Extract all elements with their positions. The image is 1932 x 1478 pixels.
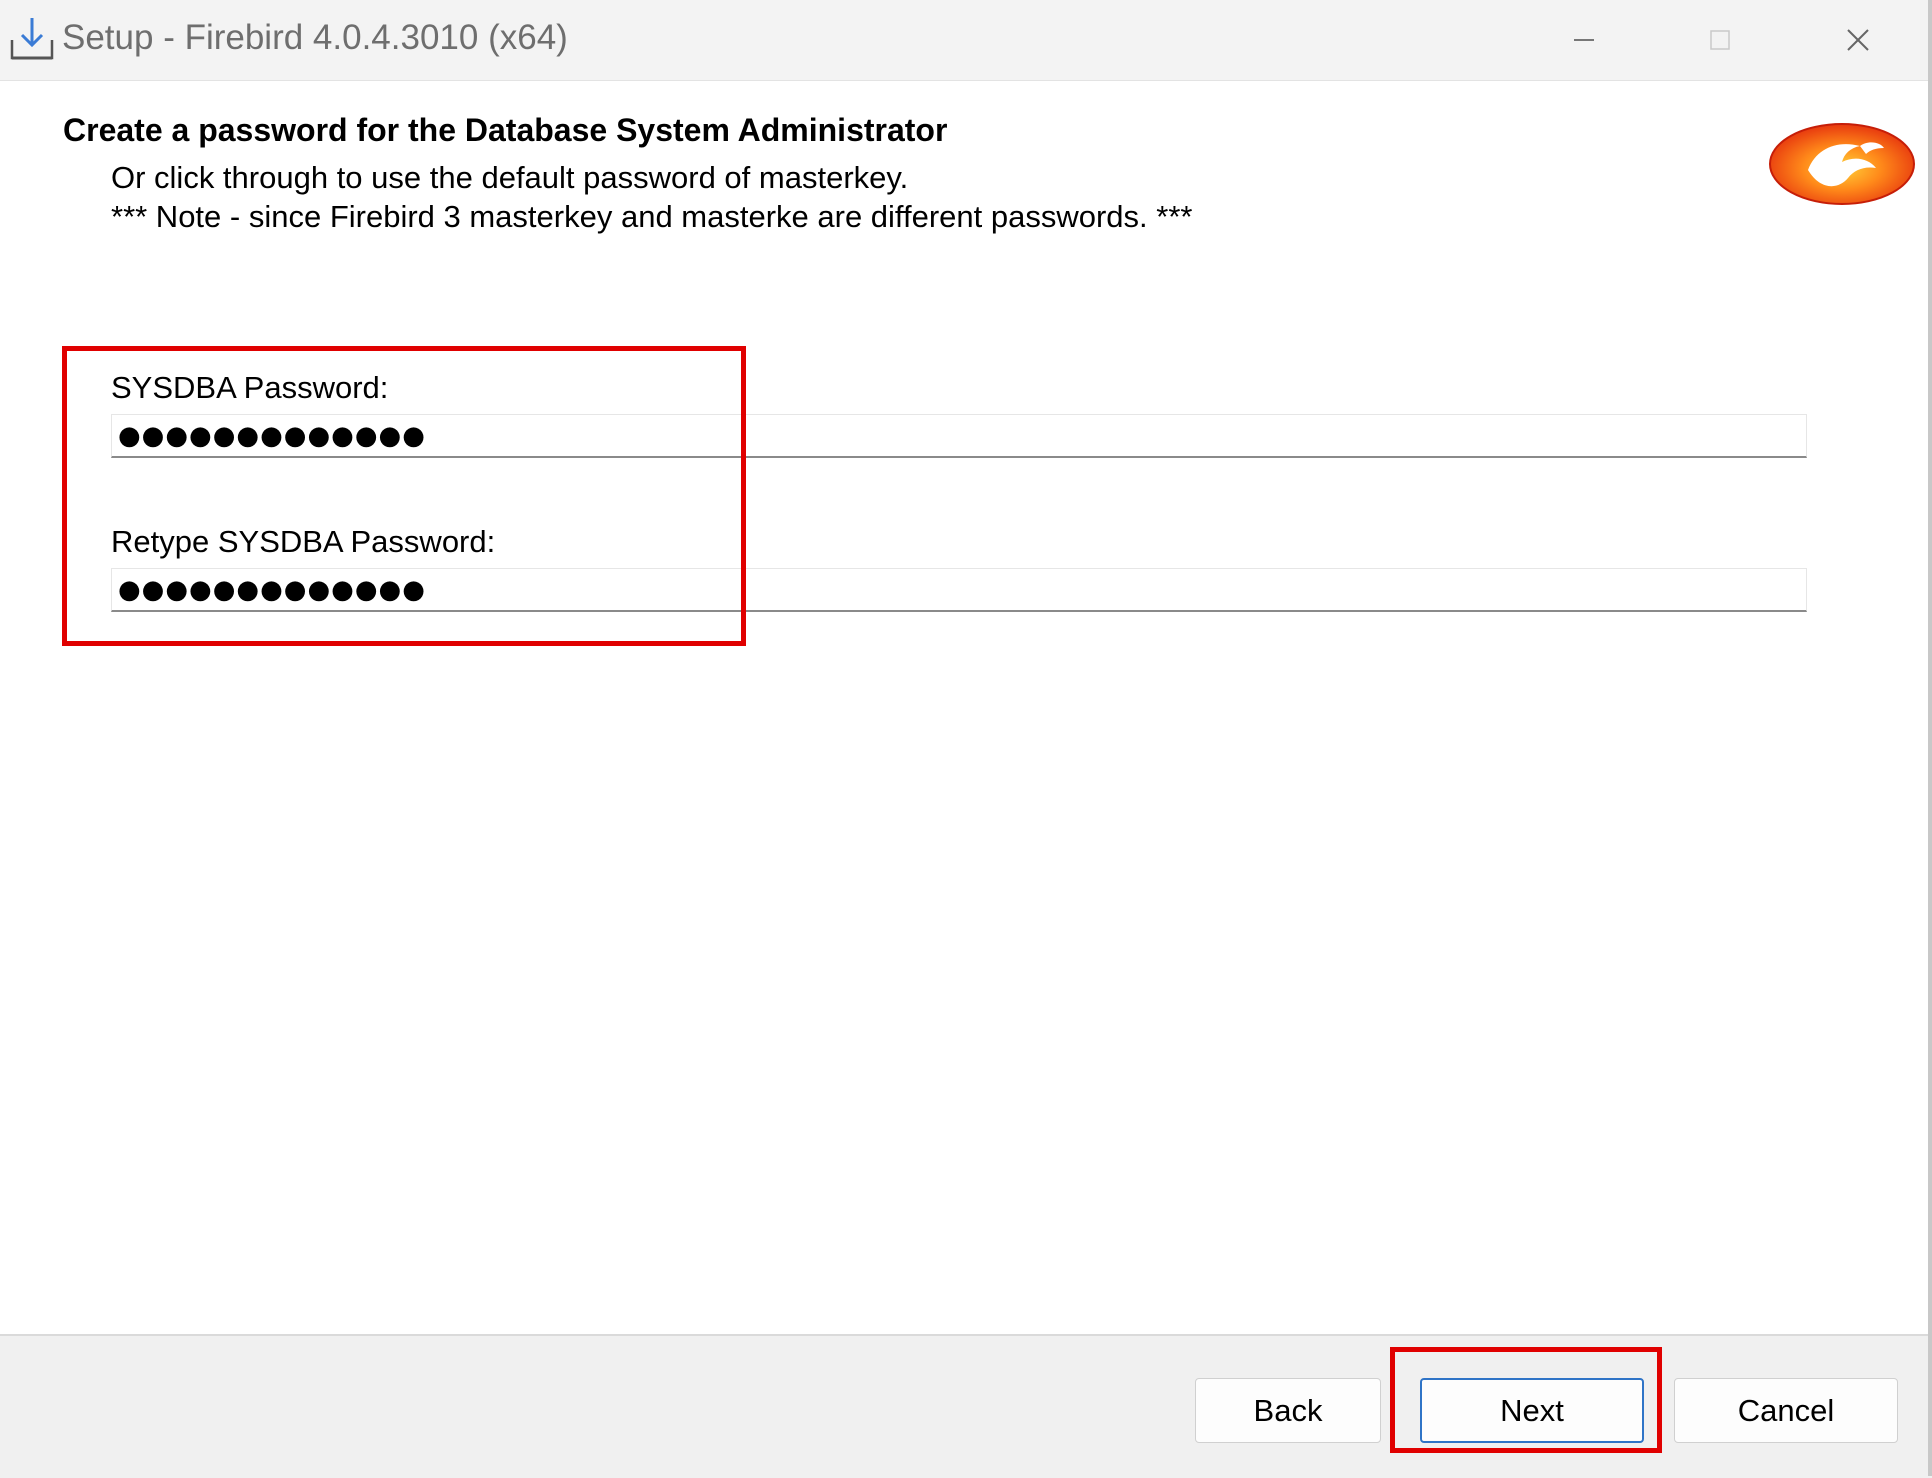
close-button[interactable] — [1790, 0, 1926, 80]
download-icon — [8, 16, 56, 62]
setup-window: Setup - Firebird 4.0.4.3010 (x64) Create… — [0, 0, 1932, 1478]
page-heading: Create a password for the Database Syste… — [63, 112, 948, 148]
maximize-button[interactable] — [1652, 0, 1788, 80]
minimize-icon — [1574, 39, 1594, 41]
retype-sysdba-password-label: Retype SYSDBA Password: — [111, 524, 496, 559]
next-button[interactable]: Next — [1420, 1378, 1644, 1443]
close-icon — [1847, 29, 1869, 51]
sysdba-password-label: SYSDBA Password: — [111, 370, 389, 405]
title-bar[interactable]: Setup - Firebird 4.0.4.3010 (x64) — [0, 0, 1928, 81]
minimize-button[interactable] — [1516, 0, 1652, 80]
sysdba-password-input[interactable] — [111, 414, 1807, 458]
default-password-hint: Or click through to use the default pass… — [111, 160, 909, 195]
firebird-logo — [1768, 118, 1916, 210]
maximize-icon — [1710, 30, 1730, 50]
retype-sysdba-password-input[interactable] — [111, 568, 1807, 612]
window-title: Setup - Firebird 4.0.4.3010 (x64) — [62, 18, 568, 57]
back-button[interactable]: Back — [1195, 1378, 1381, 1443]
password-note: *** Note - since Firebird 3 masterkey an… — [111, 199, 1193, 234]
cancel-button[interactable]: Cancel — [1674, 1378, 1898, 1443]
